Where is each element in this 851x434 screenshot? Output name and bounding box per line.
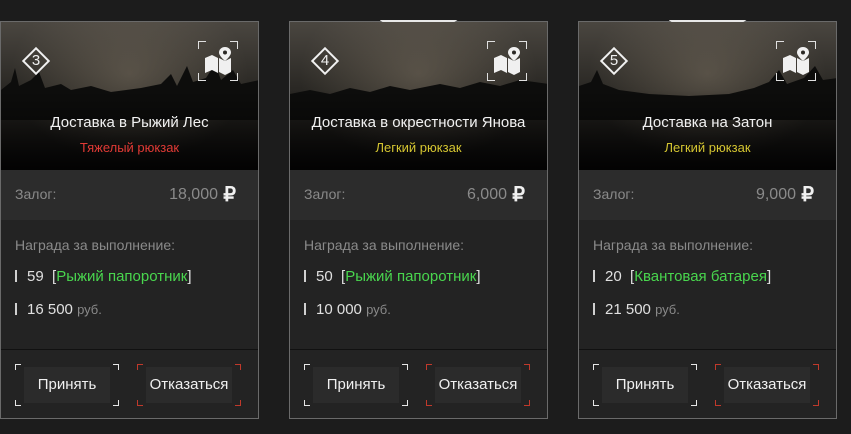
- accept-button[interactable]: Принять: [304, 364, 408, 406]
- reward-item-name: Рыжий папоротник: [56, 268, 188, 285]
- card-banner-image: 4 Доставка в окрестности Янова Легкий рю…: [290, 22, 547, 170]
- deposit-value: 18,000: [169, 186, 218, 203]
- quest-title: Доставка в окрестности Янова: [311, 114, 526, 131]
- reward-money-row: 16 500 руб.: [15, 301, 102, 318]
- accept-label: Принять: [615, 376, 675, 393]
- map-button[interactable]: [487, 41, 527, 81]
- quest-title: Доставка в Рыжий Лес: [50, 114, 209, 131]
- backpack-type: Легкий рюкзак: [375, 140, 462, 155]
- reward-quantity: 59: [27, 268, 44, 285]
- accept-label: Принять: [326, 376, 386, 393]
- quest-number-badge: 4: [310, 46, 340, 76]
- quest-title: Доставка на Затон: [642, 114, 773, 131]
- card-banner-image: 5 Доставка на Затон Легкий рюкзак: [579, 22, 836, 170]
- accept-label: Принять: [37, 376, 97, 393]
- ruble-icon: ₽: [512, 184, 525, 206]
- ruble-icon: ₽: [801, 184, 814, 206]
- reward-money: 10 000: [316, 301, 362, 318]
- accept-button[interactable]: Принять: [15, 364, 119, 406]
- quest-number-badge: 5: [599, 46, 629, 76]
- reward-money: 16 500: [27, 301, 73, 318]
- reward-section: Награда за выполнение: 59 [Рыжий папорот…: [1, 220, 258, 350]
- backpack-type: Легкий рюкзак: [664, 140, 751, 155]
- decline-button[interactable]: Отказаться: [715, 364, 819, 406]
- reward-item-row: 20 [Квантовая батарея]: [593, 268, 771, 285]
- card-banner-image: 3 Доставка в Рыжий Лес Тяжелый рюкзак: [1, 22, 258, 170]
- reward-section: Награда за выполнение: 20 [Квантовая бат…: [579, 220, 836, 350]
- reward-currency-unit: руб.: [77, 302, 102, 317]
- decline-label: Отказаться: [438, 376, 518, 393]
- reward-quantity: 50: [316, 268, 333, 285]
- deposit-label: Залог:: [304, 186, 346, 202]
- quest-card: 3 Доставка в Рыжий Лес Тяжелый рюкзак За…: [0, 21, 259, 419]
- reward-item-row: 59 [Рыжий папоротник]: [15, 268, 192, 285]
- deposit-value: 9,000: [755, 186, 796, 203]
- reward-section: Награда за выполнение: 50 [Рыжий папорот…: [290, 220, 547, 350]
- bullet-bar: [304, 303, 306, 315]
- reward-header: Награда за выполнение:: [593, 237, 753, 253]
- bullet-bar: [304, 270, 306, 282]
- quest-number: 5: [609, 52, 619, 69]
- deposit-value: 6,000: [466, 186, 507, 203]
- decline-button[interactable]: Отказаться: [137, 364, 241, 406]
- card-actions: Принять Отказаться: [1, 350, 258, 420]
- accept-button[interactable]: Принять: [593, 364, 697, 406]
- quest-card: 4 Доставка в окрестности Янова Легкий рю…: [289, 20, 548, 420]
- quest-card: 5 Доставка на Затон Легкий рюкзак Залог:…: [578, 20, 837, 420]
- reward-money-row: 21 500 руб.: [593, 301, 680, 318]
- map-pin-icon: [494, 47, 520, 75]
- deposit-label: Залог:: [15, 186, 57, 202]
- reward-item-name: Рыжий папоротник: [345, 268, 477, 285]
- decline-button[interactable]: Отказаться: [426, 364, 530, 406]
- reward-money: 21 500: [605, 301, 651, 318]
- quest-number-badge: 3: [21, 46, 51, 76]
- reward-currency-unit: руб.: [655, 302, 680, 317]
- quest-number: 3: [31, 52, 41, 69]
- bullet-bar: [593, 270, 595, 282]
- map-button[interactable]: [198, 41, 238, 81]
- bullet-bar: [15, 270, 17, 282]
- decline-label: Отказаться: [149, 376, 229, 393]
- reward-header: Награда за выполнение:: [304, 237, 464, 253]
- reward-quantity: 20: [605, 268, 622, 285]
- map-pin-icon: [783, 47, 809, 75]
- reward-currency-unit: руб.: [366, 302, 391, 317]
- card-actions: Принять Отказаться: [290, 350, 547, 420]
- deposit-label: Залог:: [593, 186, 635, 202]
- reward-money-row: 10 000 руб.: [304, 301, 391, 318]
- bullet-bar: [15, 303, 17, 315]
- quest-number: 4: [320, 52, 330, 69]
- bullet-bar: [593, 303, 595, 315]
- deposit-row: Залог: 9,000 ₽: [579, 170, 836, 220]
- deposit-row: Залог: 6,000 ₽: [290, 170, 547, 220]
- reward-item-row: 50 [Рыжий папоротник]: [304, 268, 481, 285]
- map-pin-icon: [205, 47, 231, 75]
- map-button[interactable]: [776, 41, 816, 81]
- card-actions: Принять Отказаться: [579, 350, 836, 420]
- backpack-type: Тяжелый рюкзак: [79, 140, 180, 155]
- reward-header: Награда за выполнение:: [15, 237, 175, 253]
- reward-item-name: Квантовая батарея: [634, 268, 767, 285]
- ruble-icon: ₽: [223, 184, 236, 206]
- deposit-row: Залог: 18,000 ₽: [1, 170, 258, 220]
- decline-label: Отказаться: [727, 376, 807, 393]
